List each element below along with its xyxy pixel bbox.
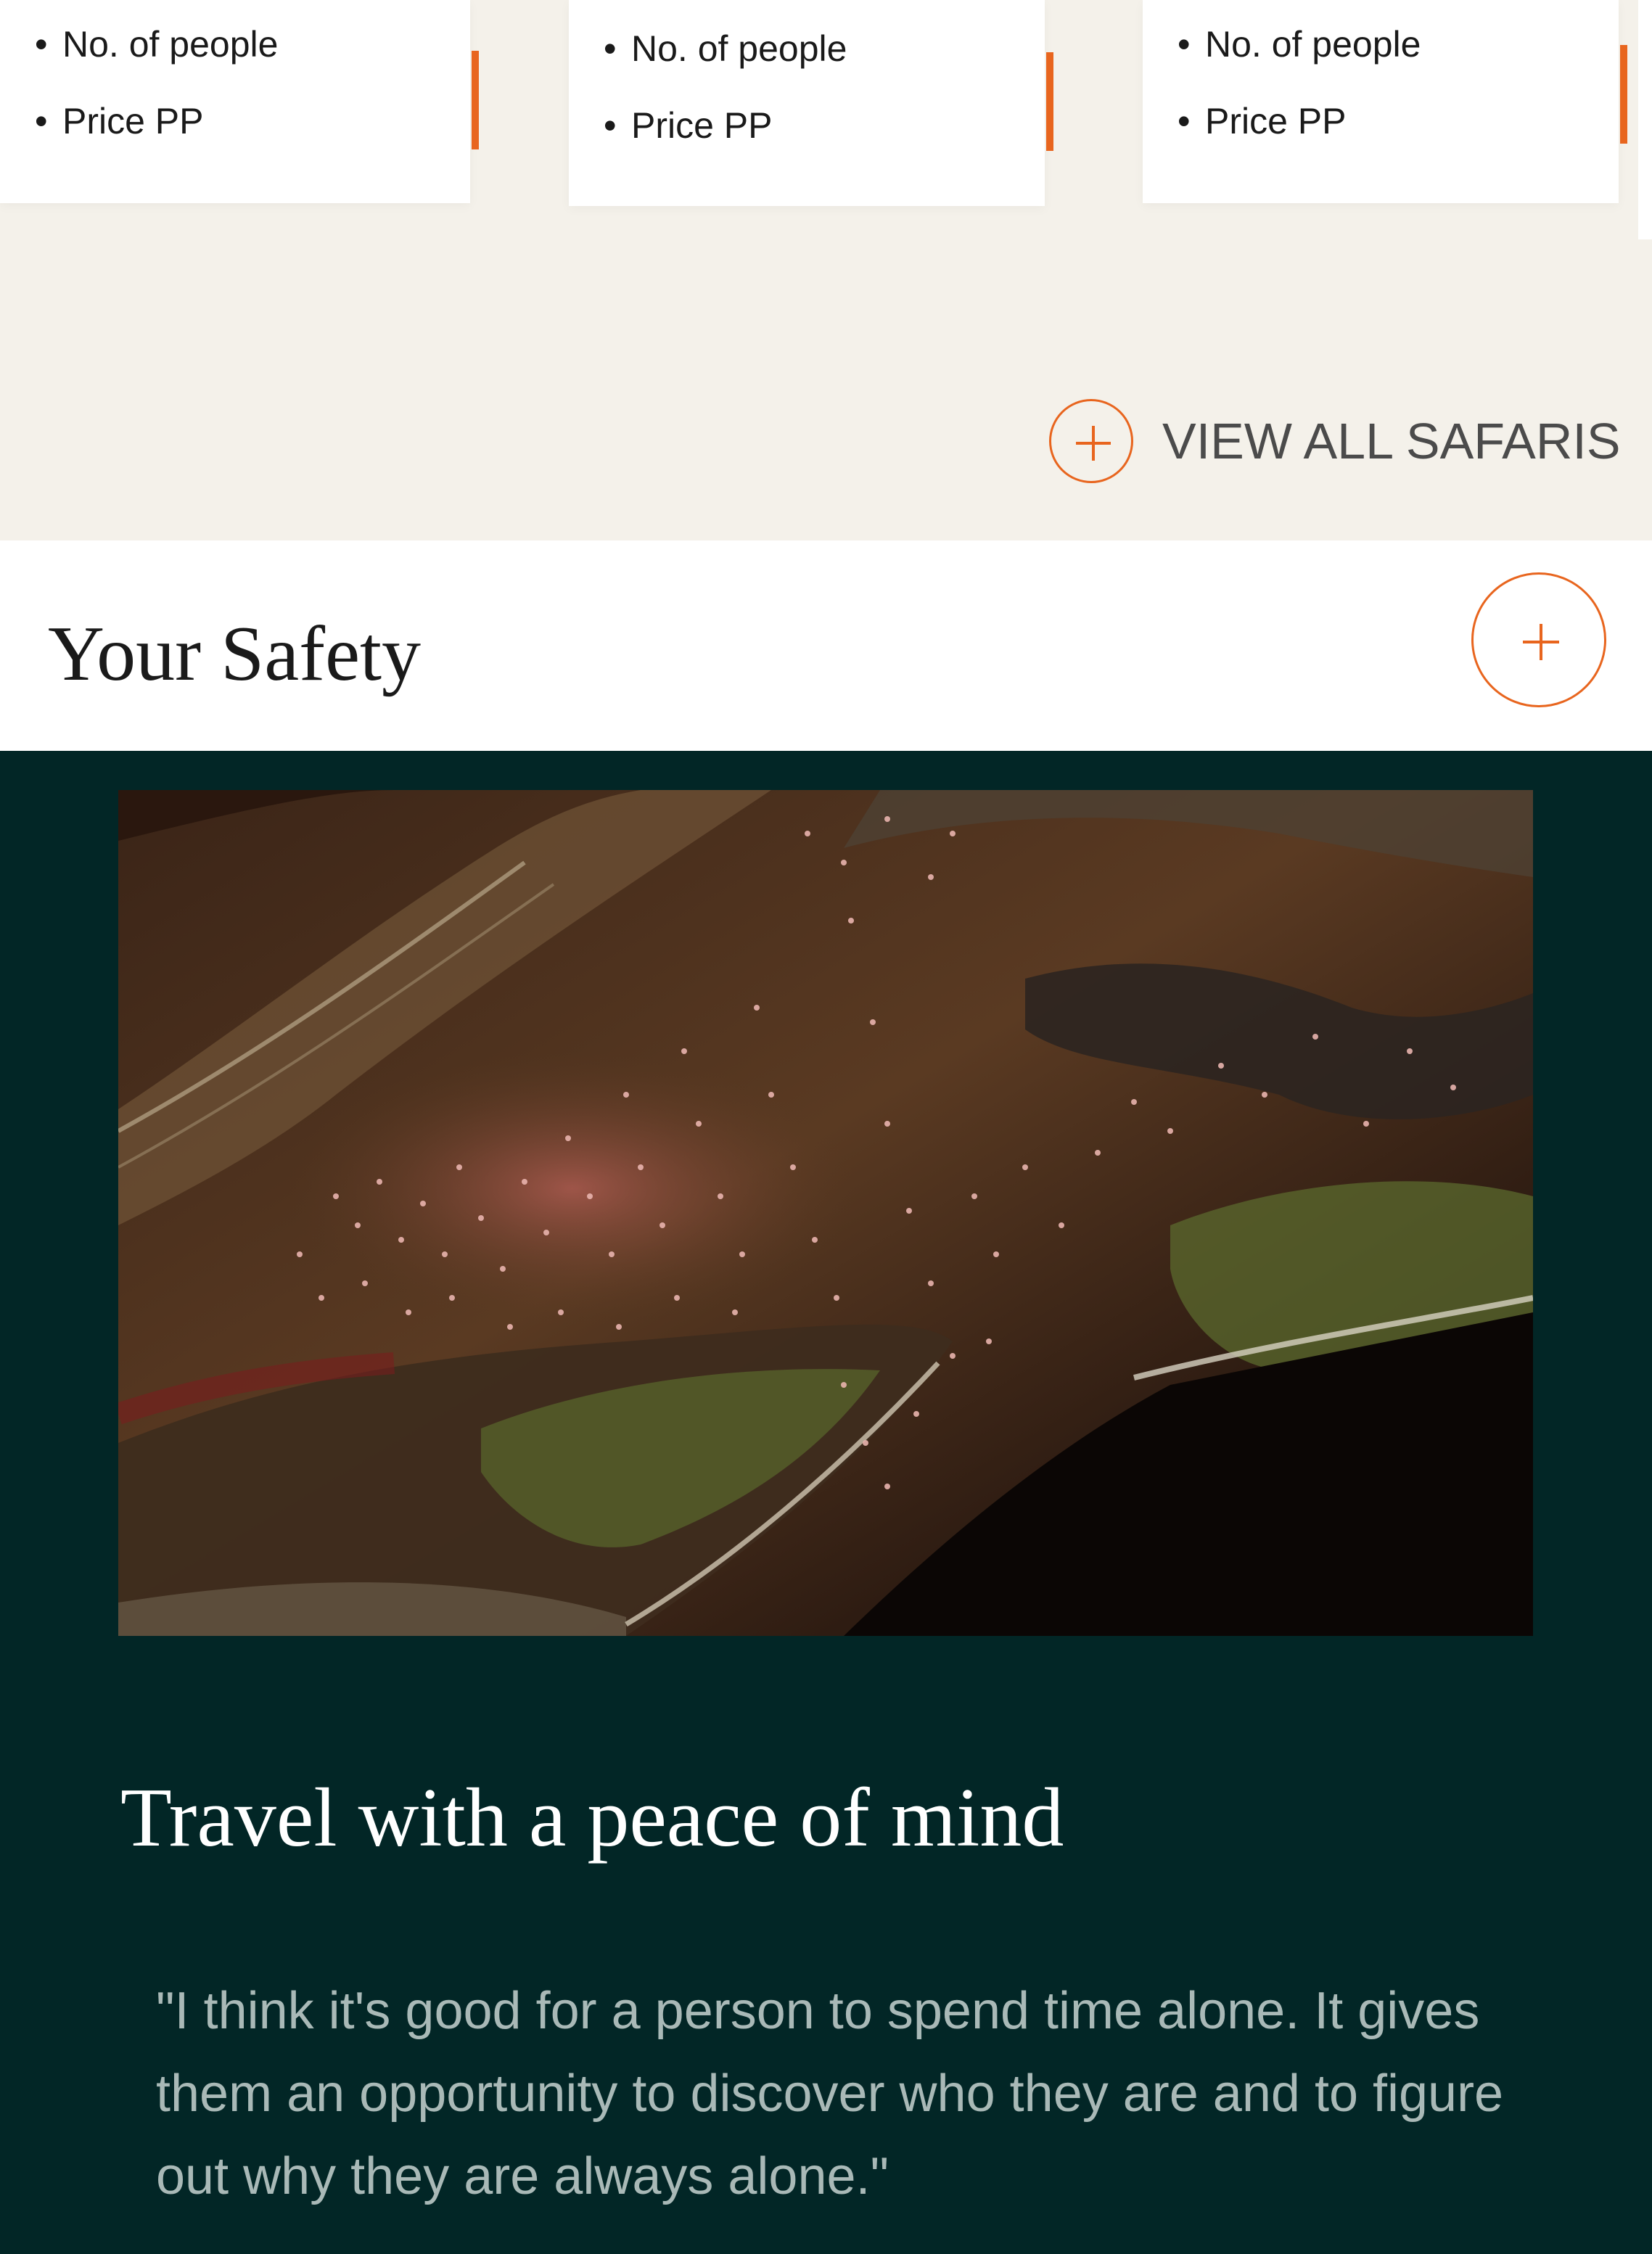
feature-quote: "I think it's good for a person to spend… — [156, 1982, 1504, 2205]
feature-heading: Travel with a peace of mind — [120, 1772, 1064, 1864]
detail-no-of-people: No. of people — [604, 29, 847, 68]
view-all-safaris-label: VIEW ALL SAFARIS — [1162, 413, 1621, 469]
plus-circle-icon — [1049, 399, 1133, 483]
plus-icon — [1523, 624, 1559, 660]
safety-title: Your Safety — [48, 611, 422, 697]
safety-accordion-header[interactable]: Your Safety — [0, 540, 1652, 751]
card-details-list: No. of people Price PP — [35, 25, 278, 178]
package-card[interactable]: No. of people Price PP — [0, 0, 479, 203]
view-all-safaris-link[interactable]: VIEW ALL SAFARIS — [1049, 396, 1621, 486]
card-accent-bar — [1620, 45, 1627, 144]
package-cards-strip: No. of people Price PP No. of people Pri… — [0, 0, 1652, 540]
next-card-edge — [1638, 0, 1652, 239]
package-card[interactable]: No. of people Price PP — [569, 0, 1053, 206]
detail-no-of-people: No. of people — [35, 25, 278, 64]
detail-price-pp: Price PP — [1178, 102, 1421, 141]
detail-price-pp: Price PP — [35, 102, 278, 141]
detail-price-pp: Price PP — [604, 106, 847, 145]
peace-of-mind-section: Travel with a peace of mind "I think it'… — [0, 751, 1652, 2254]
card-accent-bar — [472, 51, 479, 149]
card-accent-bar — [1046, 52, 1053, 151]
flamingo-aerial-image — [118, 790, 1533, 1636]
card-details-list: No. of people Price PP — [604, 29, 847, 183]
detail-no-of-people: No. of people — [1178, 25, 1421, 64]
package-card[interactable]: No. of people Price PP — [1143, 0, 1627, 203]
card-details-list: No. of people Price PP — [1178, 25, 1421, 178]
expand-safety-button[interactable] — [1471, 572, 1606, 707]
